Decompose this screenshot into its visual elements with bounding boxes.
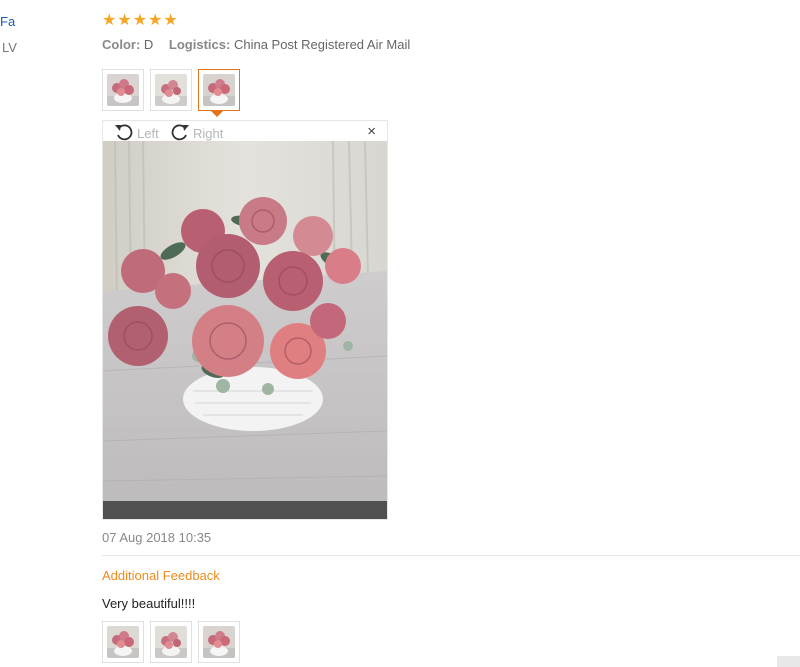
- review-photo-large: [103, 141, 387, 519]
- buyer-country: LV: [2, 40, 17, 55]
- star-icon: ★: [148, 12, 163, 29]
- flower-photo-icon: [203, 626, 235, 658]
- color-value: D: [143, 37, 154, 52]
- additional-feedback-thumbnails: [102, 621, 240, 663]
- logistics-label: Logistics:: [168, 37, 231, 52]
- divider: [102, 555, 800, 556]
- flower-photo-icon: [203, 74, 235, 106]
- color-label: Color:: [102, 37, 141, 52]
- feedback-photo-thumbnail[interactable]: [102, 621, 144, 663]
- flower-photo-icon: [107, 626, 139, 658]
- active-thumbnail-pointer: [210, 110, 224, 117]
- star-icon: ★: [132, 12, 148, 29]
- review-photo-thumbnail[interactable]: [150, 69, 192, 111]
- flower-photo-icon: [107, 74, 139, 106]
- additional-feedback-title: Additional Feedback: [102, 568, 220, 583]
- flower-photo-icon: [155, 626, 187, 658]
- viewer-toolbar: Left Right ×: [103, 121, 387, 141]
- star-rating: ★ ★ ★ ★ ★: [102, 12, 178, 30]
- buyer-name-link[interactable]: Fa: [0, 14, 15, 29]
- photo-viewer: Left Right ×: [102, 120, 388, 520]
- star-icon: ★: [102, 12, 117, 29]
- rotate-left-label: Left: [137, 126, 159, 141]
- star-icon: ★: [117, 12, 132, 29]
- order-meta: Color: D Logistics: China Post Registere…: [102, 37, 422, 52]
- feedback-photo-thumbnail[interactable]: [150, 621, 192, 663]
- additional-feedback-text: Very beautiful!!!!: [102, 596, 196, 611]
- star-icon: ★: [163, 12, 178, 29]
- feedback-photo-thumbnail[interactable]: [198, 621, 240, 663]
- review-date: 07 Aug 2018 10:35: [102, 530, 212, 545]
- scrollbar-corner[interactable]: [777, 656, 800, 667]
- logistics-value: China Post Registered Air Mail: [233, 37, 411, 52]
- flower-photo-icon: [155, 74, 187, 106]
- review-photo-thumbnail-active[interactable]: [198, 69, 240, 111]
- review-photo-thumbnails: [102, 69, 240, 111]
- close-viewer-icon[interactable]: ×: [367, 123, 376, 141]
- rotate-right-label: Right: [193, 126, 224, 141]
- review-photo-thumbnail[interactable]: [102, 69, 144, 111]
